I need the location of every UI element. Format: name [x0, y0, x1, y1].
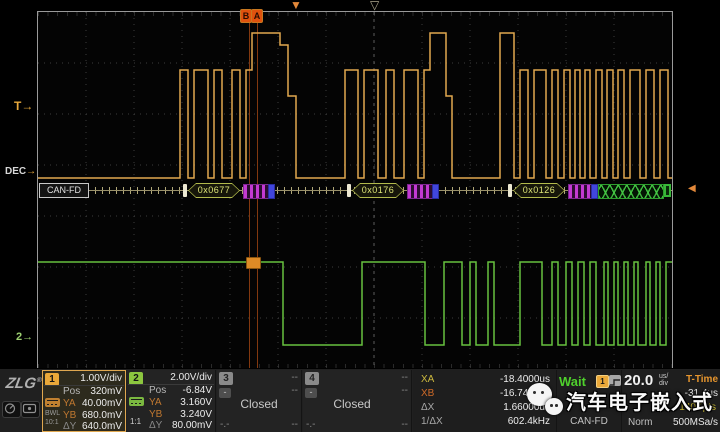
channel4-panel[interactable]: 4 -- -- - Closed -.- -- [303, 370, 412, 432]
channel2-pos-label: Pos [149, 385, 167, 396]
channel2-dy-value: 80.00mV [171, 420, 212, 431]
channel1-pos-value: 320mV [90, 386, 122, 397]
channel3-panel[interactable]: 3 -- -- - Closed -.- -- [217, 370, 302, 432]
channel1-trace [38, 32, 672, 179]
cursor-xb-label: XB [421, 388, 435, 399]
channel4-state: Closed [333, 397, 371, 411]
channel2-dy-label: ΔY [149, 420, 163, 431]
trigger-position-icon[interactable]: ▼ [290, 0, 302, 11]
channel1-panel[interactable]: 1 1.00V/div Pos 320mV YA 40.00mV YB 680.… [42, 370, 126, 432]
oscilloscope-screen: T→ DEC→ 2→ ▼ ▽ B A CAN-FD 0x0677 0x0176 … [0, 0, 720, 432]
channel2-panel[interactable]: 2 2.00V/div Pos -6.84V YA 3.160V YB 3.24… [127, 370, 216, 432]
channel4-pos-value: -- [401, 385, 408, 396]
watermark: 汽车电子嵌入式 [526, 380, 713, 420]
gesture-touch-button[interactable] [21, 401, 40, 418]
channel2-arrow-icon: → [22, 331, 34, 343]
trigger-level-marker[interactable]: T→ [14, 99, 33, 113]
channel4-bottom-left-dash: -.- [306, 419, 316, 430]
channel3-state: Closed [240, 397, 278, 411]
cursor-a-handle[interactable]: A [251, 9, 263, 23]
channel3-pos-value: -- [291, 385, 298, 396]
channel2-yb-label: YB [149, 409, 163, 420]
channel1-dy-value: 640.0mV [81, 421, 122, 432]
channel2-ya-value: 3.160V [180, 397, 212, 408]
channel1-yb-value: 680.0mV [81, 410, 122, 421]
decode-row-label: DEC [5, 166, 27, 177]
channel1-pos-label: Pos [63, 386, 81, 397]
decode-scroll-right-icon[interactable]: ◀ [688, 183, 696, 194]
decode-row-marker[interactable]: DEC→ [5, 166, 36, 177]
channel2-yb-value: 3.240V [180, 409, 212, 420]
cursor-dx-label: ΔX [421, 402, 435, 413]
channel4-scale: -- [401, 372, 408, 383]
channel1-probe-ratio: 10:1 [45, 419, 59, 426]
trigger-arrow-icon: → [21, 99, 34, 113]
channel4-badge[interactable]: 4 [305, 372, 319, 385]
channel2-pos-value: -6.84V [182, 385, 212, 396]
channel2-trace [38, 261, 672, 346]
channel2-ya-label: YA [149, 397, 162, 408]
gesture-knob-button[interactable] [2, 401, 21, 418]
channel1-coupling-icon[interactable] [45, 398, 60, 407]
channel1-ya-label: YA [63, 398, 76, 409]
channel2-coupling-icon[interactable] [129, 397, 144, 406]
wechat-logo-icon [526, 380, 566, 420]
brand-logo: ZLG® [4, 375, 43, 392]
channel1-dy-label: ΔY [63, 421, 77, 432]
channel2-scale: 2.00V/div [170, 372, 212, 383]
channel1-scale: 1.00V/div [80, 373, 122, 384]
cursor-inv-dx-label: 1/ΔX [421, 416, 443, 427]
cursor-xa-label: XA [421, 374, 435, 385]
channel1-ya-value: 40.00mV [81, 398, 122, 409]
channel3-scale: -- [291, 372, 298, 383]
channel3-badge[interactable]: 3 [219, 372, 233, 385]
waveform-grid[interactable]: CAN-FD 0x0677 0x0176 0x0126 [38, 12, 672, 368]
channel2-position-marker[interactable]: 2→ [16, 331, 33, 343]
channel1-bwl-badge: BWL [45, 410, 61, 417]
cursor-intersect-marker [246, 257, 261, 269]
channel1-yb-label: YB [63, 410, 77, 421]
watermark-text: 汽车电子嵌入式 [566, 391, 713, 414]
channel3-bottom-right-dash: -- [291, 419, 298, 430]
screen-center-icon: ▽ [370, 0, 380, 12]
channel3-bottom-left-dash: -.- [220, 419, 230, 430]
decode-arrow-icon: → [26, 166, 37, 177]
channel4-bottom-right-dash: -- [401, 419, 408, 430]
waveform-traces [38, 32, 672, 346]
channel2-probe-ratio: 1:1 [130, 417, 142, 426]
